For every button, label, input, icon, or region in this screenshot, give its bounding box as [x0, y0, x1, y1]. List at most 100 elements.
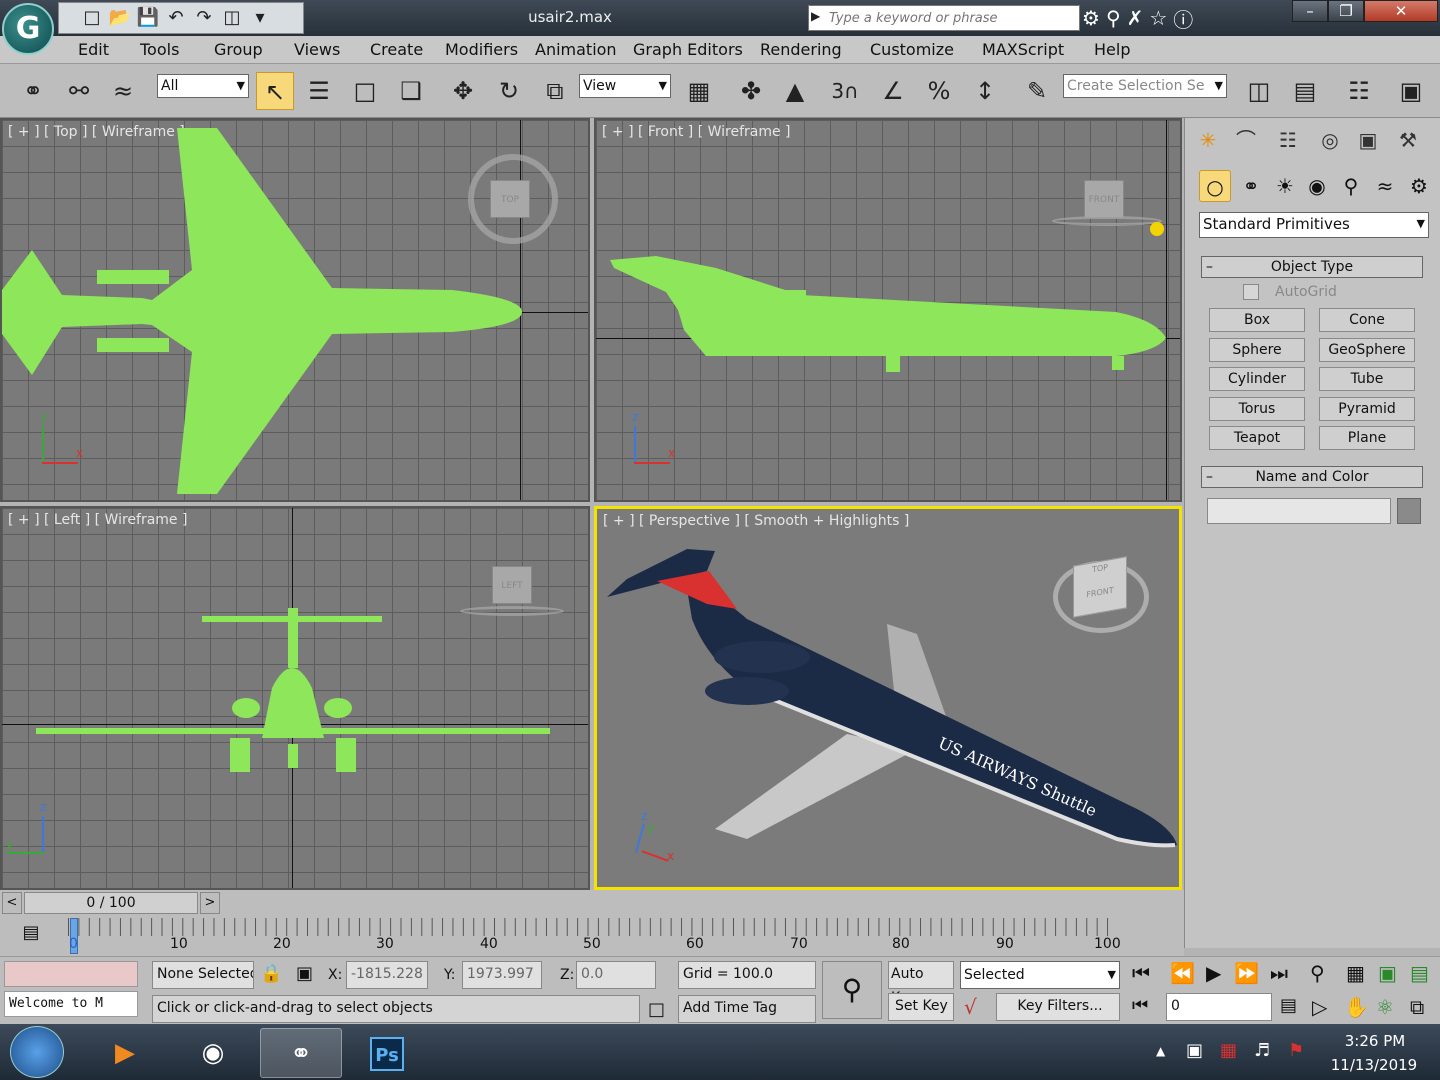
star-icon[interactable]: ☆	[1149, 6, 1167, 30]
plane-button[interactable]: Plane	[1319, 426, 1415, 450]
orbit-icon[interactable]: ⚛	[1376, 995, 1394, 1019]
communication-icon[interactable]: ✗	[1127, 6, 1144, 30]
network-icon[interactable]: ▦	[1220, 1040, 1237, 1061]
go-to-end-icon[interactable]: ⏭	[1270, 961, 1288, 985]
menu-help[interactable]: Help	[1094, 40, 1130, 59]
pan-view-icon[interactable]: ✋	[1344, 995, 1369, 1019]
3ds-max-taskbar-icon[interactable]: ⚭	[260, 1028, 342, 1078]
geosphere-button[interactable]: GeoSphere	[1319, 338, 1415, 362]
collapse-icon[interactable]: –	[1206, 257, 1213, 277]
viewcube-compass-ring[interactable]	[468, 154, 558, 244]
space-warps-icon[interactable]: ≈	[1369, 170, 1401, 202]
maxscript-output[interactable]: Welcome to M	[4, 991, 138, 1017]
select-object-icon[interactable]: ↖	[256, 72, 294, 110]
shapes-icon[interactable]: ⚭	[1235, 170, 1267, 202]
manipulate-icon[interactable]: ✤	[732, 72, 770, 110]
media-player-icon[interactable]: ▶	[84, 1028, 166, 1078]
menu-customize[interactable]: Customize	[870, 40, 954, 59]
menu-rendering[interactable]: Rendering	[760, 40, 842, 59]
select-and-scale-icon[interactable]: ⧉	[536, 72, 574, 110]
search-box[interactable]: ▶	[808, 5, 1080, 31]
cylinder-button[interactable]: Cylinder	[1209, 367, 1305, 391]
show-hidden-icons-icon[interactable]: ▲	[1156, 1044, 1165, 1058]
start-button[interactable]	[10, 1026, 64, 1078]
cone-button[interactable]: Cone	[1319, 308, 1415, 332]
next-frame-button[interactable]: >	[200, 892, 220, 914]
selection-lock-icon[interactable]: 🔒	[260, 963, 282, 984]
tray-app-icon[interactable]: ▣	[1186, 1040, 1203, 1061]
selection-filter-dropdown[interactable]: All ▼	[157, 74, 249, 98]
rectangular-selection-icon[interactable]: □	[346, 72, 384, 110]
set-key-icon[interactable]: ⚲	[822, 961, 882, 1019]
object-color-swatch[interactable]	[1397, 498, 1421, 524]
pivot-center-icon[interactable]: ▦	[680, 72, 718, 110]
expand-arrow-icon[interactable]: ▶	[811, 9, 820, 23]
light-helper-icon[interactable]	[1150, 222, 1164, 236]
keyboard-shortcut-override-icon[interactable]: ▲	[776, 72, 814, 110]
object-type-rollout-header[interactable]: – Object Type	[1201, 256, 1423, 278]
maximize-button[interactable]: ❐	[1328, 0, 1364, 22]
volume-icon[interactable]: ♬	[1254, 1040, 1270, 1061]
default-tangents-icon[interactable]: √	[964, 995, 977, 1019]
key-filters-button[interactable]: Key Filters...	[996, 993, 1120, 1021]
sphere-button[interactable]: Sphere	[1209, 338, 1305, 362]
time-configuration-icon[interactable]: ▤	[1280, 995, 1297, 1016]
edit-named-selections-icon[interactable]: ✎	[1018, 72, 1056, 110]
modify-tab-icon[interactable]: ⌒	[1229, 124, 1263, 156]
collapse-icon[interactable]: –	[1206, 467, 1213, 487]
close-button[interactable]: ✕	[1364, 0, 1438, 22]
display-tab-icon[interactable]: ▣	[1351, 124, 1385, 156]
viewport-front[interactable]: [ + ] [ Front ] [ Wireframe ] FRONT z x	[594, 118, 1182, 502]
time-tag-icon[interactable]: □	[648, 999, 665, 1020]
hierarchy-tab-icon[interactable]: ☷	[1271, 124, 1305, 156]
mirror-icon[interactable]: ◫	[1240, 72, 1278, 110]
previous-frame-icon[interactable]: ⏪	[1170, 961, 1195, 985]
x-coordinate-field[interactable]: -1815.228	[346, 961, 428, 989]
z-coordinate-field[interactable]: 0.0	[576, 961, 656, 989]
utilities-tab-icon[interactable]: ⚒	[1391, 124, 1425, 156]
select-and-link-icon[interactable]: ⚭	[14, 72, 52, 110]
current-frame-field[interactable]: 0	[1166, 993, 1272, 1021]
key-mode-dropdown[interactable]: Selected ▼	[960, 961, 1120, 989]
set-key-button[interactable]: Set Key	[888, 993, 954, 1021]
spinner-snap-icon[interactable]: ↕	[966, 72, 1004, 110]
maximize-viewport-icon[interactable]: ⧉	[1410, 995, 1424, 1019]
undo-icon[interactable]: ↶	[163, 5, 189, 31]
select-by-name-icon[interactable]: ☰	[300, 72, 338, 110]
project-folder-icon[interactable]: ◫	[219, 5, 245, 31]
select-and-rotate-icon[interactable]: ↻	[490, 72, 528, 110]
menu-views[interactable]: Views	[294, 40, 340, 59]
autogrid-checkbox[interactable]	[1243, 284, 1259, 300]
reference-coordinate-dropdown[interactable]: View ▼	[579, 74, 671, 98]
qat-menu-icon[interactable]: ▾	[247, 5, 273, 31]
viewcube-face-front[interactable]: FRONT	[1074, 581, 1126, 604]
search-input[interactable]	[829, 8, 1077, 28]
percent-snap-icon[interactable]: %	[920, 72, 958, 110]
field-of-view-icon[interactable]: ▷	[1312, 995, 1327, 1019]
y-coordinate-field[interactable]: 1973.997	[462, 961, 542, 989]
menu-create[interactable]: Create	[370, 40, 423, 59]
systems-icon[interactable]: ⚙	[1403, 170, 1435, 202]
clock-time[interactable]: 3:26 PM	[1330, 1032, 1420, 1050]
motion-tab-icon[interactable]: ◎	[1313, 124, 1347, 156]
angle-snap-icon[interactable]: ∠	[874, 72, 912, 110]
go-to-start-icon[interactable]: ⏮	[1132, 961, 1150, 985]
prev-frame-button[interactable]: <	[2, 892, 22, 914]
absolute-mode-icon[interactable]: ▣	[296, 963, 313, 984]
key-icon[interactable]: ⚲	[1106, 6, 1121, 30]
name-color-rollout-header[interactable]: – Name and Color	[1201, 466, 1423, 488]
create-tab-icon[interactable]: ✳	[1191, 124, 1225, 156]
track-bar[interactable]: ▤ 0 10 20 30 40 50 60 70 80 90 100	[0, 916, 1184, 956]
viewport-top[interactable]: [ + ] [ Top ] [ Wireframe ] TOP y x	[0, 118, 590, 502]
help-icon[interactable]: ⓘ	[1173, 4, 1193, 33]
window-crossing-icon[interactable]: ❑	[392, 72, 430, 110]
torus-button[interactable]: Torus	[1209, 397, 1305, 421]
play-icon[interactable]: ▶	[1206, 961, 1221, 985]
photoshop-taskbar-icon[interactable]: Ps	[346, 1028, 428, 1078]
redo-icon[interactable]: ↷	[191, 5, 217, 31]
binoculars-icon[interactable]: ⚙	[1082, 6, 1100, 30]
mini-curve-editor-icon[interactable]: ▤	[16, 922, 46, 950]
menu-animation[interactable]: Animation	[535, 40, 617, 59]
bind-space-warp-icon[interactable]: ≈	[104, 72, 142, 110]
open-folder-icon[interactable]: 📂	[107, 5, 133, 31]
